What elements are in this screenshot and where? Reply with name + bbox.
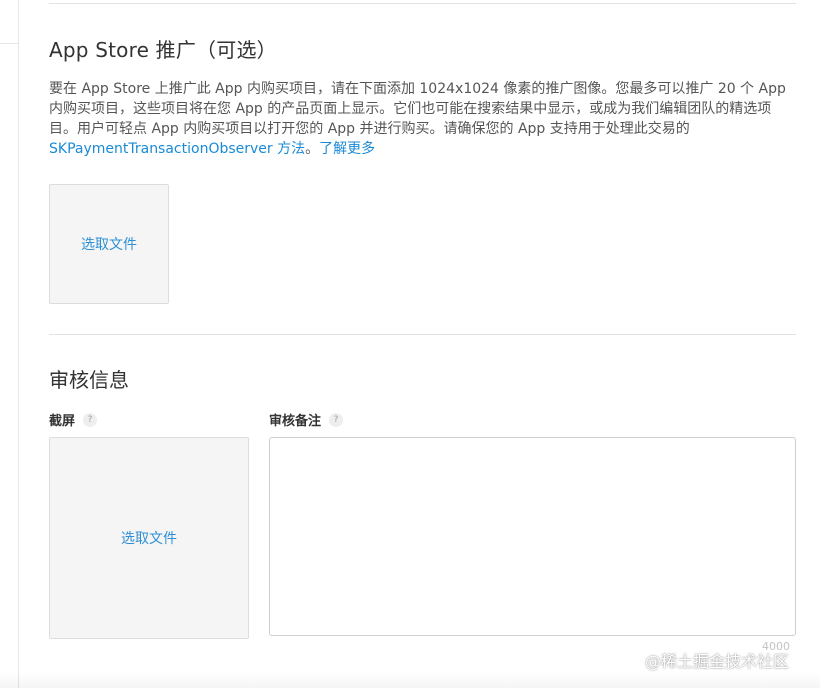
screenshot-label-text: 截屏 [49,414,76,429]
review-section-title: 审核信息 [49,368,129,392]
promo-image-upload[interactable]: 选取文件 [49,184,169,304]
watermark-text: @稀土掘金技术社区 [645,652,790,671]
review-notes-textarea[interactable] [269,437,796,636]
sidebar-divider [0,43,18,44]
learn-more-link[interactable]: 了解更多 [319,141,375,157]
promo-description: 要在 App Store 上推广此 App 内购买项目，请在下面添加 1024x… [49,79,797,159]
screenshot-help-icon[interactable]: ? [83,412,98,427]
bottom-shadow [0,672,820,688]
promo-description-text: 要在 App Store 上推广此 App 内购买项目，请在下面添加 1024x… [49,81,786,137]
payment-observer-method-link[interactable]: SKPaymentTransactionObserver 方法 [49,141,305,157]
screenshot-field-label: 截屏 ? [49,410,98,429]
left-sidebar-edge [0,0,19,688]
screenshot-upload[interactable]: 选取文件 [49,437,249,639]
promo-description-period: 。 [305,141,320,157]
review-notes-label-text: 审核备注 [269,414,322,429]
section-divider-top [49,3,796,4]
section-divider-middle [49,334,796,335]
review-notes-help-icon[interactable]: ? [329,412,344,427]
screenshot-choose-file-button[interactable]: 选取文件 [121,528,177,548]
review-notes-field-label: 审核备注 ? [269,410,344,429]
promo-choose-file-button[interactable]: 选取文件 [81,234,137,254]
promo-section-title: App Store 推广（可选） [49,38,277,62]
